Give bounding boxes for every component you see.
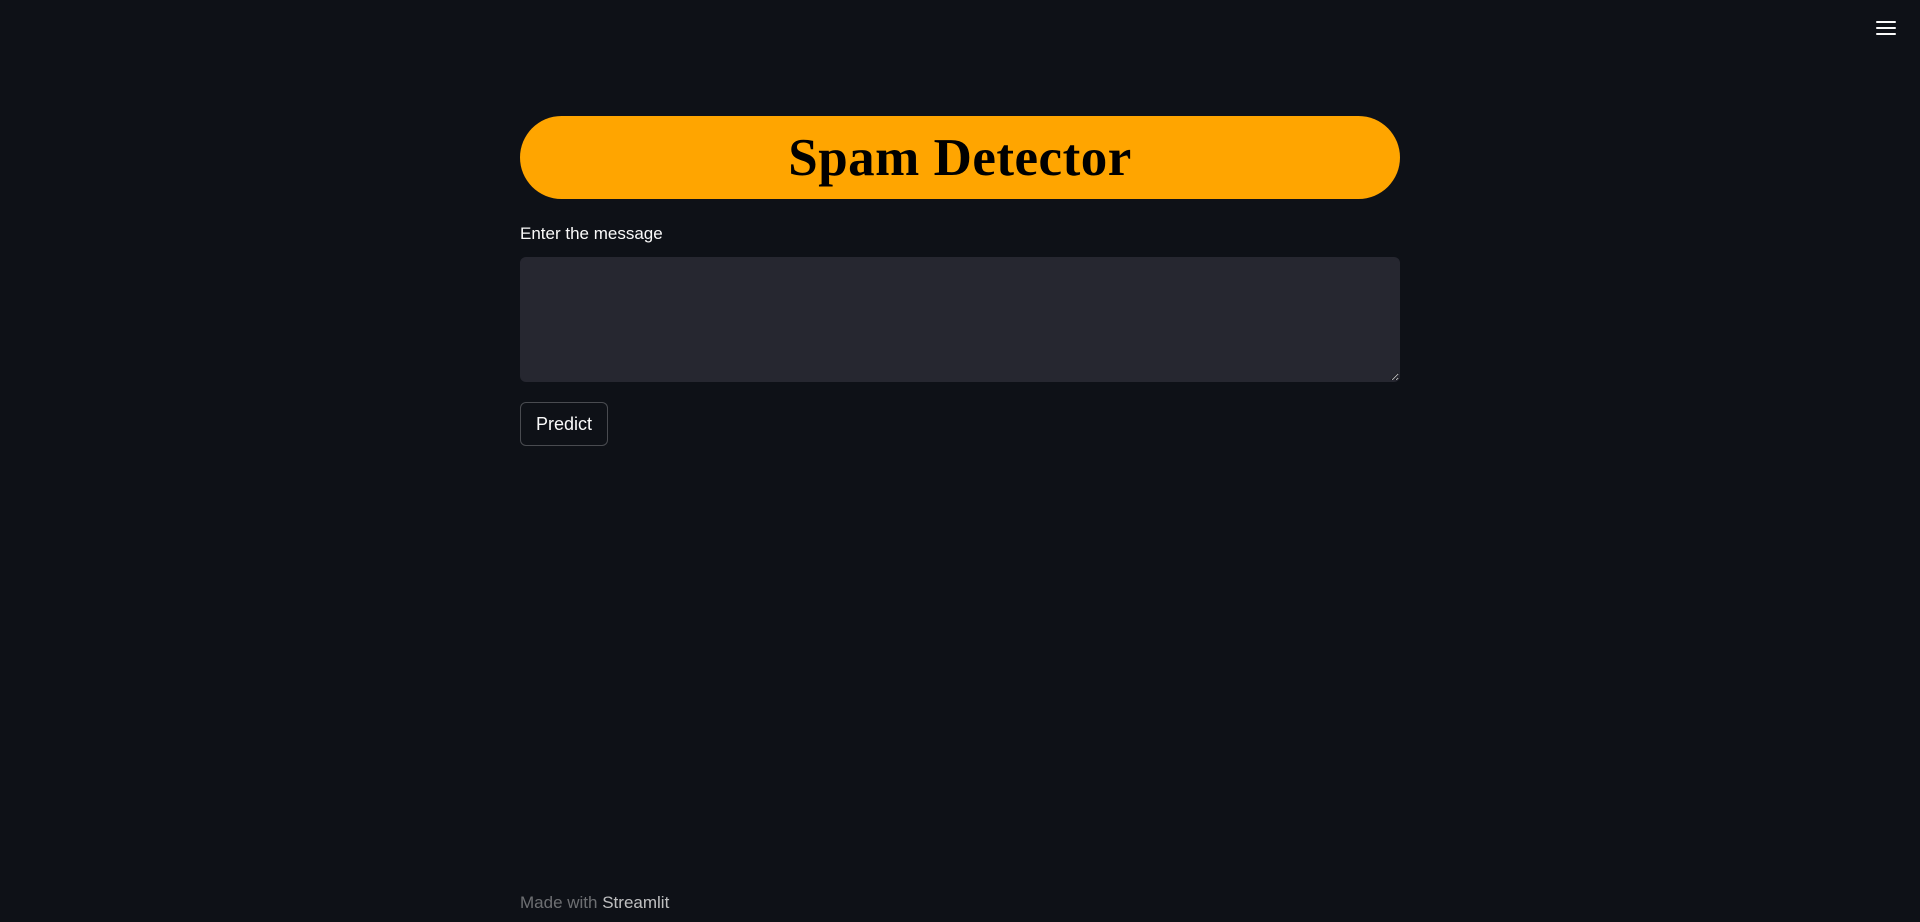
menu-line — [1876, 33, 1896, 35]
message-label: Enter the message — [520, 224, 663, 243]
hamburger-menu-icon[interactable] — [1872, 16, 1900, 40]
message-textarea[interactable] — [520, 257, 1400, 382]
main-content: Spam Detector Enter the message Predict — [520, 116, 1400, 446]
footer-brand-link[interactable]: Streamlit — [602, 893, 669, 912]
page-title: Spam Detector — [788, 128, 1132, 187]
footer: Made with Streamlit — [520, 893, 669, 913]
title-banner: Spam Detector — [520, 116, 1400, 199]
menu-line — [1876, 27, 1896, 29]
footer-prefix: Made with — [520, 893, 598, 912]
message-field-wrapper — [520, 257, 1400, 382]
predict-button[interactable]: Predict — [520, 402, 609, 446]
menu-line — [1876, 21, 1896, 23]
